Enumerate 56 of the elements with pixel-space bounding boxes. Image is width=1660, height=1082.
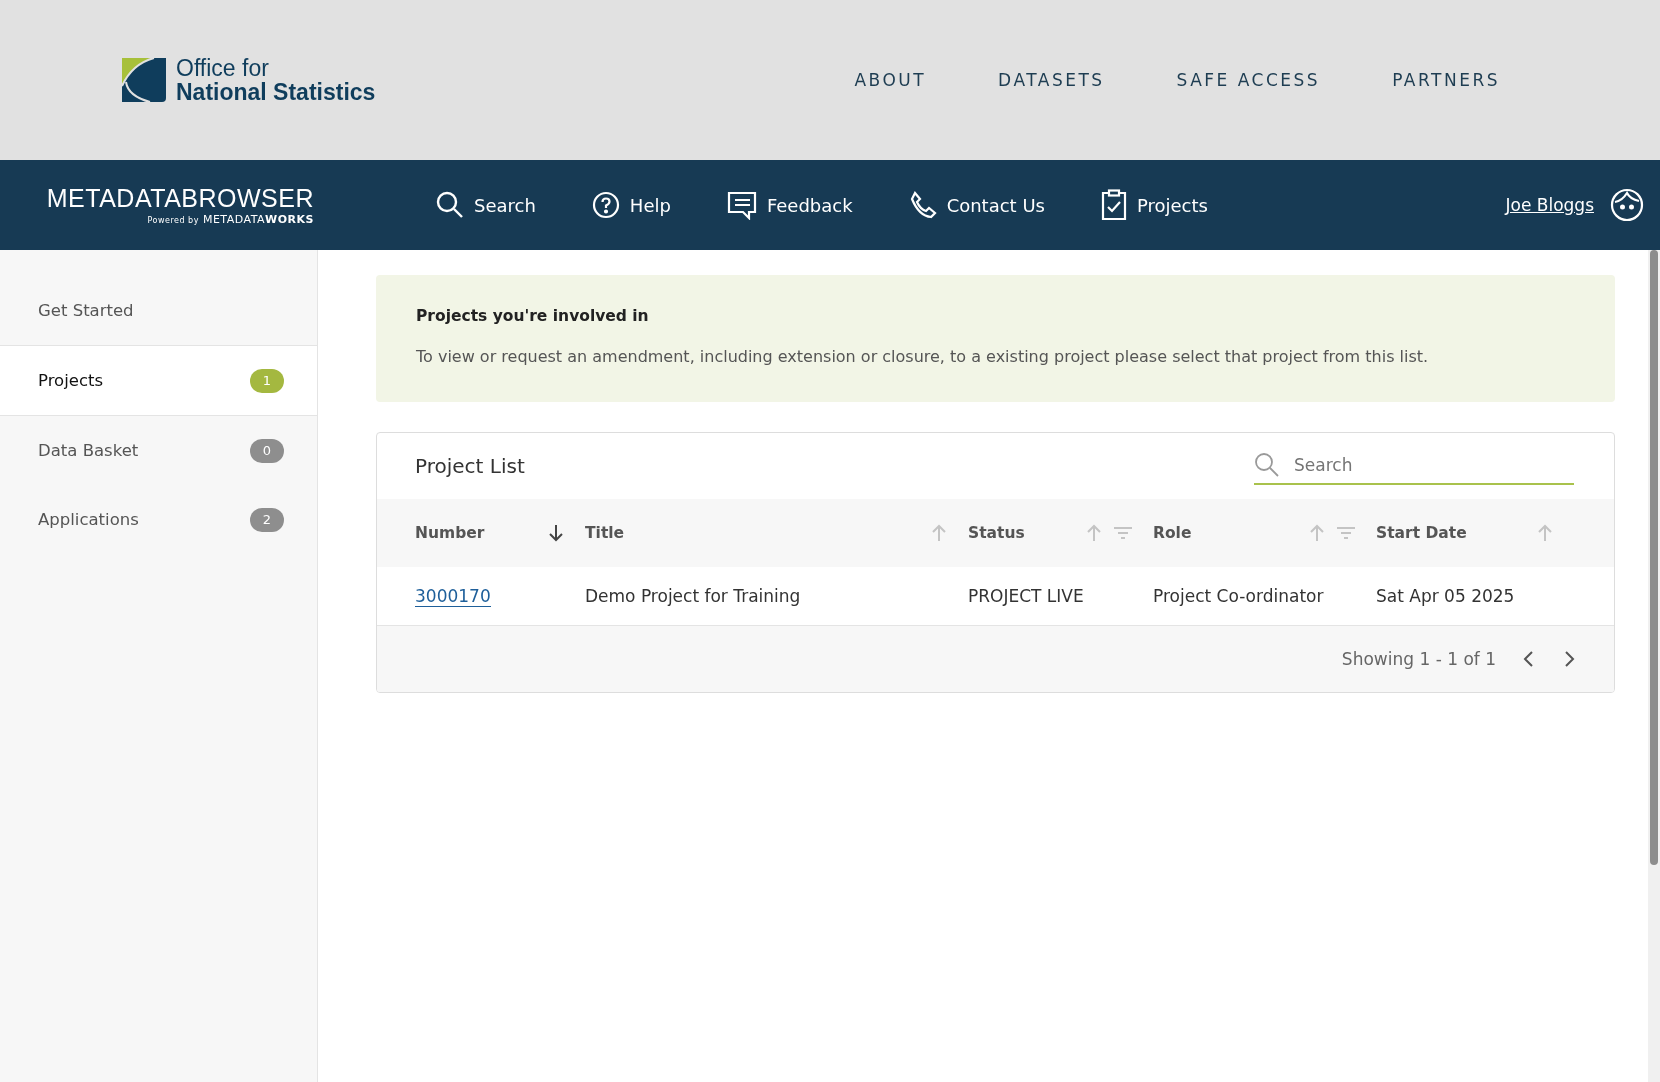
chat-icon	[726, 190, 757, 220]
nav-link[interactable]: ABOUT	[854, 70, 927, 90]
filter-icon[interactable]	[1336, 525, 1356, 541]
pagination-text: Showing 1 - 1 of 1	[1341, 649, 1496, 669]
table-cell: Demo Project for Training	[585, 586, 801, 606]
sidebar-item[interactable]: Projects 1	[0, 345, 317, 416]
column-header[interactable]: Start Date	[1376, 524, 1467, 542]
clipboard-icon	[1100, 189, 1127, 221]
scrollbar[interactable]	[1648, 250, 1660, 1082]
toolbar-link[interactable]: Search	[436, 189, 536, 221]
table-cell: PROJECT LIVE	[968, 586, 1084, 606]
column-header[interactable]: Role	[1153, 524, 1192, 542]
sidebar-item[interactable]: Data Basket 0	[0, 416, 317, 485]
search-icon	[1254, 452, 1280, 478]
column-header[interactable]: Number	[415, 524, 485, 542]
card-title: Project List	[415, 454, 525, 478]
nav-link[interactable]: SAFE ACCESS	[1176, 70, 1321, 90]
count-badge: 1	[250, 368, 284, 393]
logo-text: National Statistics	[176, 80, 376, 105]
search-field[interactable]: Search	[1280, 447, 1574, 483]
sidebar-item[interactable]: Get Started	[0, 276, 317, 345]
project-number-link[interactable]: 3000170	[415, 586, 491, 607]
count-badge: 2	[250, 507, 284, 532]
chevron-left-icon[interactable]	[1522, 650, 1536, 668]
arrow-up-icon[interactable]	[1085, 523, 1103, 543]
panel-text: To view or request an amendment, including extension or closure, to a existing project please select that project from this list.	[416, 347, 1430, 366]
sidebar-item[interactable]: Applications 2	[0, 485, 317, 554]
user-link[interactable]: Joe Bloggs	[1505, 195, 1594, 215]
table-cell: Project Co-ordinator	[1153, 586, 1324, 606]
brand-subtitle: Powered by METADATAWORKS	[147, 213, 314, 226]
toolbar-link[interactable]: Contact Us	[908, 189, 1045, 221]
filter-icon[interactable]	[1113, 525, 1133, 541]
arrow-up-icon[interactable]	[1308, 523, 1326, 543]
scrollbar-thumb[interactable]	[1650, 250, 1658, 865]
chevron-right-icon[interactable]	[1562, 650, 1576, 668]
avatar-icon[interactable]	[1610, 188, 1644, 222]
nav-link[interactable]: PARTNERS	[1392, 70, 1500, 90]
table-cell: Sat Apr 05 2025	[1376, 586, 1515, 606]
ons-logo-icon	[120, 56, 168, 104]
toolbar-link[interactable]: Projects	[1100, 189, 1208, 221]
logo-text: Office for	[176, 55, 270, 80]
count-badge: 0	[250, 438, 284, 463]
nav-link[interactable]: DATASETS	[998, 70, 1105, 90]
search-icon	[436, 191, 464, 219]
toolbar-link[interactable]: Feedback	[726, 189, 853, 221]
phone-icon	[908, 191, 937, 219]
column-header[interactable]: Title	[585, 524, 625, 542]
arrow-up-icon[interactable]	[1536, 523, 1554, 543]
help-icon	[591, 191, 620, 219]
arrow-up-icon[interactable]	[930, 523, 948, 543]
arrow-down-icon[interactable]	[547, 523, 565, 543]
ons-logo[interactable]: Office for National Statistics	[120, 55, 376, 105]
toolbar-link[interactable]: Help	[591, 189, 671, 221]
panel-title: Projects you're involved in	[416, 307, 650, 325]
column-header[interactable]: Status	[968, 524, 1025, 542]
brand-name: METADATABROWSER	[46, 184, 314, 213]
